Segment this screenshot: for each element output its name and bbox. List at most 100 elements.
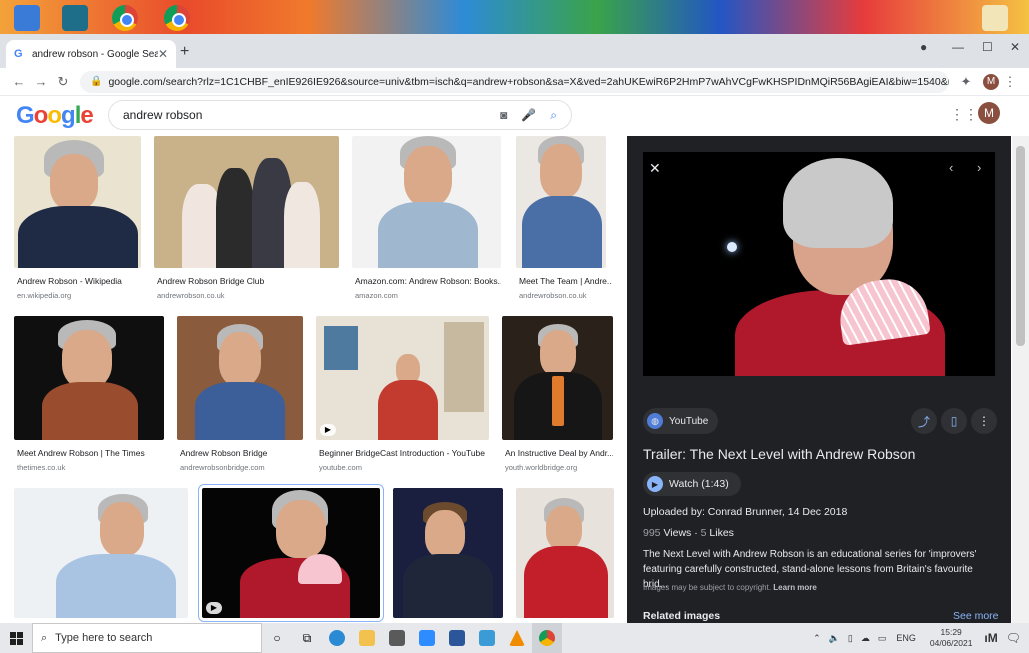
see-more-link[interactable]: See more [953, 610, 999, 622]
result-source[interactable]: amazon.com [355, 291, 501, 300]
desktop-chrome-icon-2[interactable] [164, 5, 190, 31]
desktop-chrome-icon[interactable] [112, 5, 138, 31]
search-icon[interactable]: ⌕ [550, 108, 557, 123]
source-chip[interactable]: ◍ YouTube [643, 408, 719, 434]
omnibar: ← → ↻ 🔒 google.com/search?rlz=1C1CHBF_en… [0, 68, 1029, 96]
chevron-right-icon[interactable]: › [977, 160, 981, 175]
menu-kebab-icon[interactable]: ⋮ [999, 74, 1021, 90]
tab-google-search[interactable]: G andrew robson - Google Search ✕ [6, 40, 176, 68]
image-result-selected[interactable]: ▶ [198, 484, 384, 622]
image-result-5[interactable] [14, 316, 164, 440]
copyright-notice: Images may be subject to copyright. Lear… [643, 583, 817, 592]
chevron-left-icon[interactable]: ‹ [949, 160, 953, 175]
edge-icon[interactable] [322, 623, 352, 653]
result-source[interactable]: andrewrobson.co.uk [519, 291, 611, 300]
result-source[interactable]: thetimes.co.uk [17, 463, 167, 472]
vlc-icon[interactable] [502, 623, 532, 653]
result-caption[interactable]: Andrew Robson - Wikipedia [17, 276, 141, 286]
result-source[interactable]: youtube.com [319, 463, 491, 472]
store-icon[interactable] [382, 623, 412, 653]
new-tab-icon[interactable]: + [180, 43, 189, 61]
window-close-icon[interactable]: ✕ [1010, 40, 1020, 54]
result-source[interactable]: youth.worldbridge.org [505, 463, 613, 472]
battery-icon[interactable]: ▯ [848, 633, 853, 644]
lock-icon[interactable]: 🔒 [90, 76, 102, 87]
result-caption[interactable]: Andrew Robson Bridge Club [157, 276, 337, 286]
image-result-6[interactable] [177, 316, 303, 440]
result-caption[interactable]: Andrew Robson Bridge [180, 448, 305, 458]
watch-label: Watch (1:43) [669, 478, 729, 490]
tab-close-icon[interactable]: ✕ [158, 47, 168, 61]
cortana-icon[interactable]: ○ [262, 623, 292, 653]
clock-date: 04/06/2021 [929, 638, 973, 648]
chrome-taskbar-icon[interactable] [532, 623, 562, 653]
google-profile-avatar[interactable]: M [978, 102, 1000, 124]
desktop-file-icon[interactable] [982, 5, 1008, 31]
profile-indicator-icon[interactable]: ● [920, 40, 927, 54]
close-icon[interactable]: ✕ [649, 160, 661, 177]
desktop-computer-icon[interactable] [14, 5, 40, 31]
file-explorer-icon[interactable] [352, 623, 382, 653]
likes-count: 5 [700, 527, 707, 539]
image-result-11[interactable] [393, 488, 503, 618]
result-caption[interactable]: Meet The Team | Andre... [519, 276, 611, 286]
image-result-7[interactable]: ▶ [316, 316, 489, 440]
windows-taskbar: ⌕ Type here to search ○ ⧉ ⌃ 🔈 ▯ ☁ ▭ ENG … [0, 623, 1029, 653]
volume-icon[interactable]: 🔈 [829, 633, 840, 644]
more-options-icon[interactable]: ⋮ [971, 408, 997, 434]
result-source[interactable]: andrewrobson.co.uk [157, 291, 337, 300]
share-icon[interactable]: ⤴ [911, 408, 937, 434]
back-icon[interactable]: ← [8, 74, 30, 89]
word-icon[interactable] [442, 623, 472, 653]
maximize-icon[interactable]: ☐ [982, 40, 993, 54]
forward-icon[interactable]: → [30, 74, 52, 89]
result-caption[interactable]: Meet Andrew Robson | The Times [17, 448, 167, 458]
zoom-icon[interactable] [412, 623, 442, 653]
learn-more-link[interactable]: Learn more [773, 583, 817, 592]
language-indicator[interactable]: ENG [896, 633, 916, 643]
bookmark-icon[interactable]: ▯ [941, 408, 967, 434]
image-result-9[interactable] [14, 488, 188, 618]
video-play-icon: ▶ [320, 424, 336, 436]
network-icon[interactable]: ▭ [878, 633, 887, 644]
windows-start-icon[interactable] [0, 623, 32, 653]
page-scrollbar[interactable] [1012, 136, 1029, 623]
minimize-icon[interactable]: — [952, 40, 964, 54]
google-header: Google andrew robson ◙ 🎤 ⌕ ⋮⋮⋮ M [0, 96, 1020, 136]
result-title[interactable]: Trailer: The Next Level with Andrew Robs… [643, 446, 915, 462]
clock-time: 15:29 [940, 627, 962, 637]
profile-avatar[interactable]: M [983, 73, 999, 90]
watch-button[interactable]: ▶ Watch (1:43) [643, 472, 741, 496]
image-result-1[interactable] [14, 136, 141, 268]
image-result-8[interactable] [502, 316, 613, 440]
tray-chevron-icon[interactable]: ⌃ [813, 633, 821, 644]
image-result-4[interactable] [516, 136, 606, 268]
microphone-icon[interactable]: 🎤 [521, 108, 536, 122]
image-result-12[interactable] [516, 488, 614, 618]
taskbar-search-input[interactable]: ⌕ Type here to search [32, 623, 262, 653]
task-view-icon[interactable]: ⧉ [292, 623, 322, 653]
image-result-3[interactable] [352, 136, 501, 268]
result-source[interactable]: en.wikipedia.org [17, 291, 141, 300]
sheets-icon[interactable] [472, 623, 502, 653]
notifications-icon[interactable]: 🗨 [1006, 631, 1021, 645]
task-manager-icon[interactable]: ıM [984, 631, 997, 645]
search-query: andrew robson [123, 108, 203, 122]
image-result-2[interactable] [154, 136, 339, 268]
clock[interactable]: 15:29 04/06/2021 [930, 627, 973, 649]
video-play-icon: ▶ [206, 602, 222, 614]
cloud-icon[interactable]: ☁ [861, 633, 870, 644]
camera-search-icon[interactable]: ◙ [500, 108, 507, 122]
reload-icon[interactable]: ↻ [52, 74, 74, 90]
preview-image[interactable] [643, 152, 995, 376]
google-logo[interactable]: Google [16, 102, 94, 130]
result-caption[interactable]: An Instructive Deal by Andr... [505, 448, 613, 458]
related-images-heading: Related images [643, 610, 721, 622]
result-source[interactable]: andrewrobsonbridge.com [180, 463, 305, 472]
desktop-app-icon[interactable] [62, 5, 88, 31]
address-bar[interactable]: 🔒 google.com/search?rlz=1C1CHBF_enIE926I… [80, 70, 949, 93]
search-input[interactable]: andrew robson ◙ 🎤 ⌕ [108, 100, 572, 130]
extensions-icon[interactable]: ✦ [955, 74, 977, 90]
result-caption[interactable]: Beginner BridgeCast Introduction - YouTu… [319, 448, 491, 458]
result-caption[interactable]: Amazon.com: Andrew Robson: Books... [355, 276, 501, 286]
